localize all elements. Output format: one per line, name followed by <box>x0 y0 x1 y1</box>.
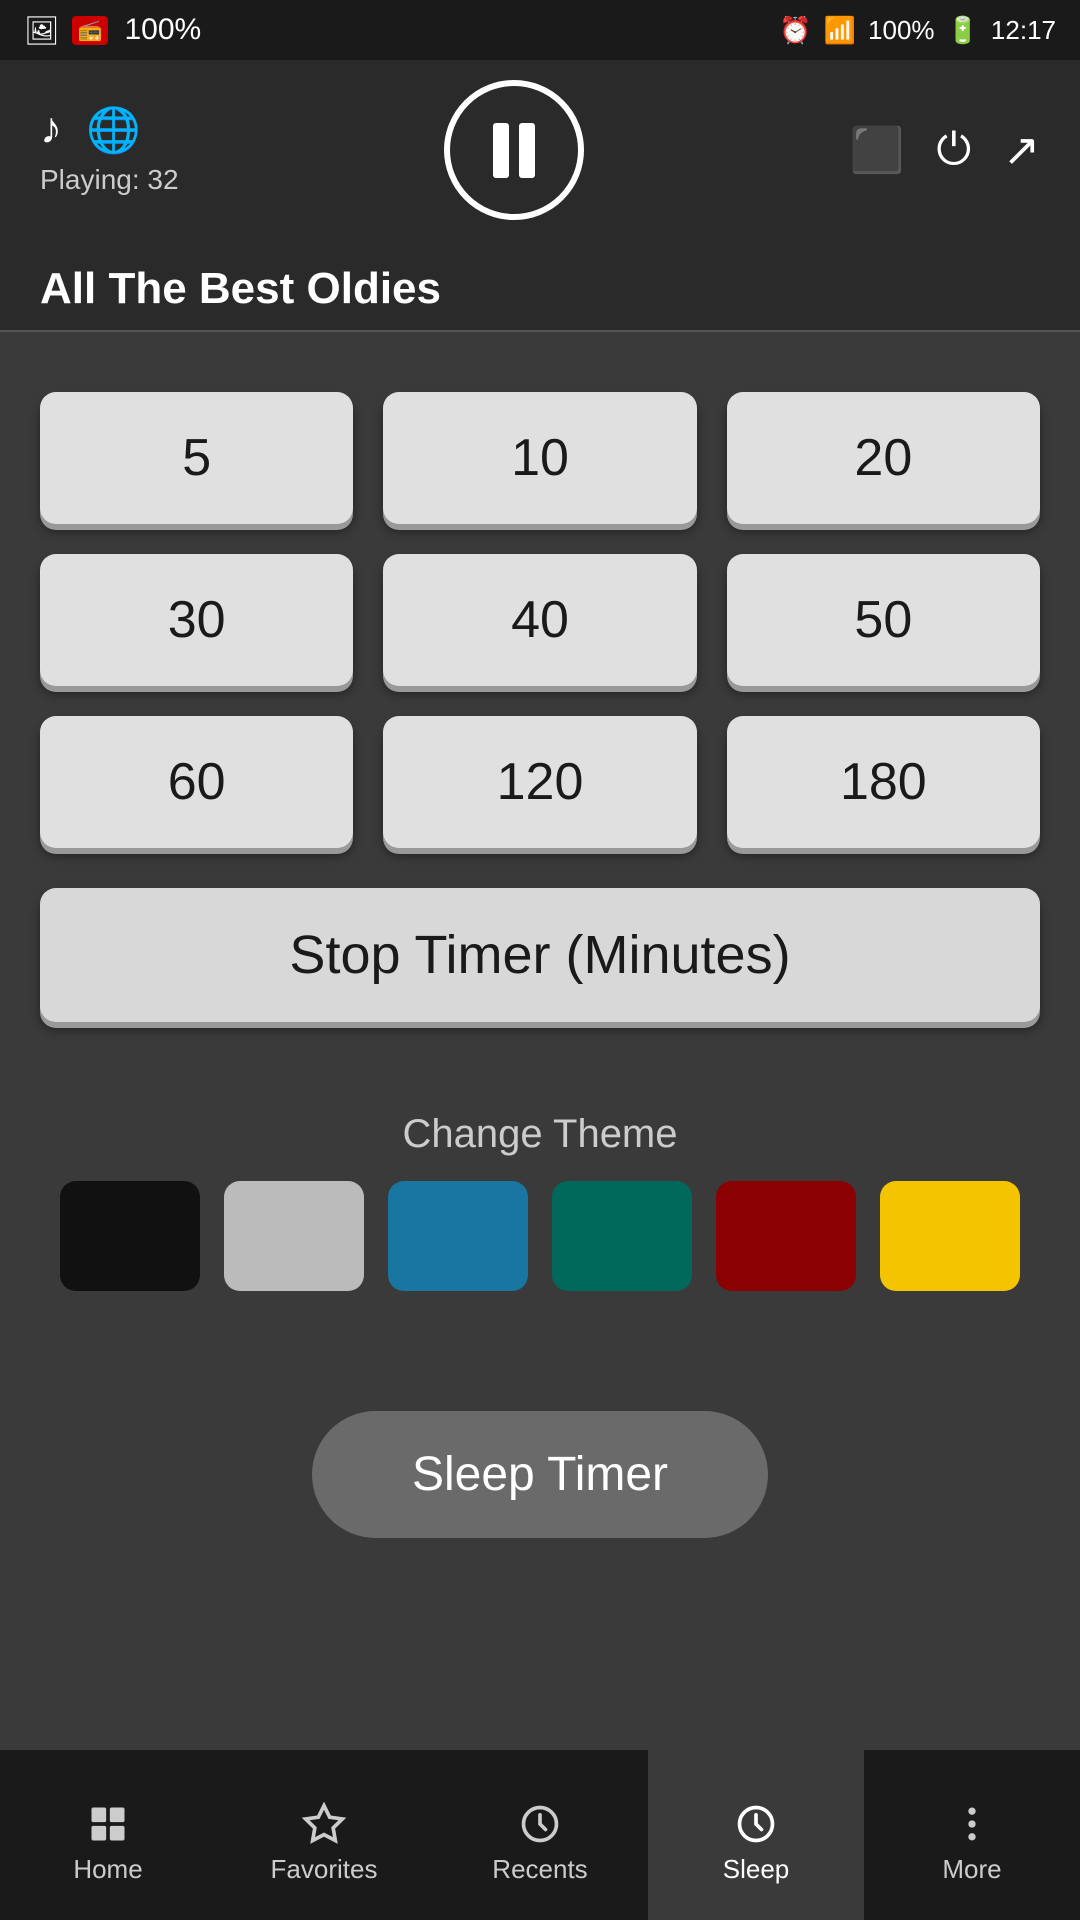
player-left-icons: ♪ 🌐 <box>40 104 141 156</box>
timer-btn-60[interactable]: 60 <box>40 716 353 848</box>
timer-btn-40[interactable]: 40 <box>383 554 696 686</box>
stop-timer-button[interactable]: Stop Timer (Minutes) <box>40 888 1040 1022</box>
timer-btn-180[interactable]: 180 <box>727 716 1040 848</box>
nav-label-home: Home <box>73 1854 142 1885</box>
battery-text: 100% <box>868 15 935 46</box>
share-icon[interactable]: ↗ <box>1003 125 1040 176</box>
timer-btn-120[interactable]: 120 <box>383 716 696 848</box>
status-right: ⏰ 📶 100% 🔋 12:17 <box>779 15 1056 46</box>
status-bar: 🖼 📻 100% ⏰ 📶 100% 🔋 12:17 <box>0 0 1080 60</box>
status-count: 100% <box>124 13 201 47</box>
more-dots-icon <box>950 1802 994 1846</box>
timer-btn-30[interactable]: 30 <box>40 554 353 686</box>
theme-colors <box>40 1181 1040 1291</box>
player-controls-right: ⬛ ⏻ ↗ <box>850 124 1040 176</box>
timer-btn-10[interactable]: 10 <box>383 392 696 524</box>
theme-color-black[interactable] <box>60 1181 200 1291</box>
nav-item-home[interactable]: Home <box>0 1750 216 1920</box>
nav-item-sleep[interactable]: Sleep <box>648 1750 864 1920</box>
player-header: ♪ 🌐 Playing: 32 ⬛ ⏻ ↗ <box>0 60 1080 240</box>
nav-item-more[interactable]: More <box>864 1750 1080 1920</box>
timer-btn-20[interactable]: 20 <box>727 392 1040 524</box>
photo-icon: 🖼 <box>24 14 60 47</box>
theme-color-red[interactable] <box>716 1181 856 1291</box>
timer-btn-50[interactable]: 50 <box>727 554 1040 686</box>
pause-button[interactable] <box>444 80 584 220</box>
theme-color-teal[interactable] <box>552 1181 692 1291</box>
nav-item-favorites[interactable]: Favorites <box>216 1750 432 1920</box>
sleep-timer-section: Sleep Timer <box>0 1411 1080 1538</box>
pause-icon <box>493 123 535 178</box>
time-display: 12:17 <box>991 15 1056 46</box>
timer-btn-5[interactable]: 5 <box>40 392 353 524</box>
globe-icon[interactable]: 🌐 <box>86 104 141 156</box>
sleep-timer-button[interactable]: Sleep Timer <box>312 1411 768 1538</box>
theme-color-blue[interactable] <box>388 1181 528 1291</box>
power-icon[interactable]: ⏻ <box>936 125 971 175</box>
timer-section: 5 10 20 30 40 50 60 120 180 Stop Timer (… <box>0 332 1080 1112</box>
nav-label-favorites: Favorites <box>271 1854 378 1885</box>
theme-color-yellow[interactable] <box>880 1181 1020 1291</box>
sleep-clock-icon <box>734 1802 778 1846</box>
alarm-icon: ⏰ <box>779 15 811 46</box>
timer-grid: 5 10 20 30 40 50 60 120 180 <box>40 392 1040 848</box>
station-title: All The Best Oldies <box>0 240 1080 330</box>
star-icon <box>302 1802 346 1846</box>
bottom-nav: Home Favorites Recents Sleep More <box>0 1750 1080 1920</box>
theme-color-gray[interactable] <box>224 1181 364 1291</box>
nav-item-recents[interactable]: Recents <box>432 1750 648 1920</box>
nav-label-more: More <box>942 1854 1001 1885</box>
player-left: ♪ 🌐 Playing: 32 <box>40 104 179 196</box>
theme-section: Change Theme <box>0 1112 1080 1291</box>
home-icon <box>86 1802 130 1846</box>
theme-label: Change Theme <box>40 1112 1040 1157</box>
radio-icon: 📻 <box>72 16 109 45</box>
recents-icon <box>518 1802 562 1846</box>
wifi-icon: 📶 <box>824 15 856 46</box>
status-left: 🖼 📻 100% <box>24 13 201 47</box>
battery-icon: 🔋 <box>947 15 979 46</box>
music-note-icon[interactable]: ♪ <box>40 104 62 156</box>
stop-icon[interactable]: ⬛ <box>850 124 905 176</box>
nav-label-recents: Recents <box>492 1854 587 1885</box>
playing-label: Playing: 32 <box>40 164 179 196</box>
nav-label-sleep: Sleep <box>723 1854 790 1885</box>
